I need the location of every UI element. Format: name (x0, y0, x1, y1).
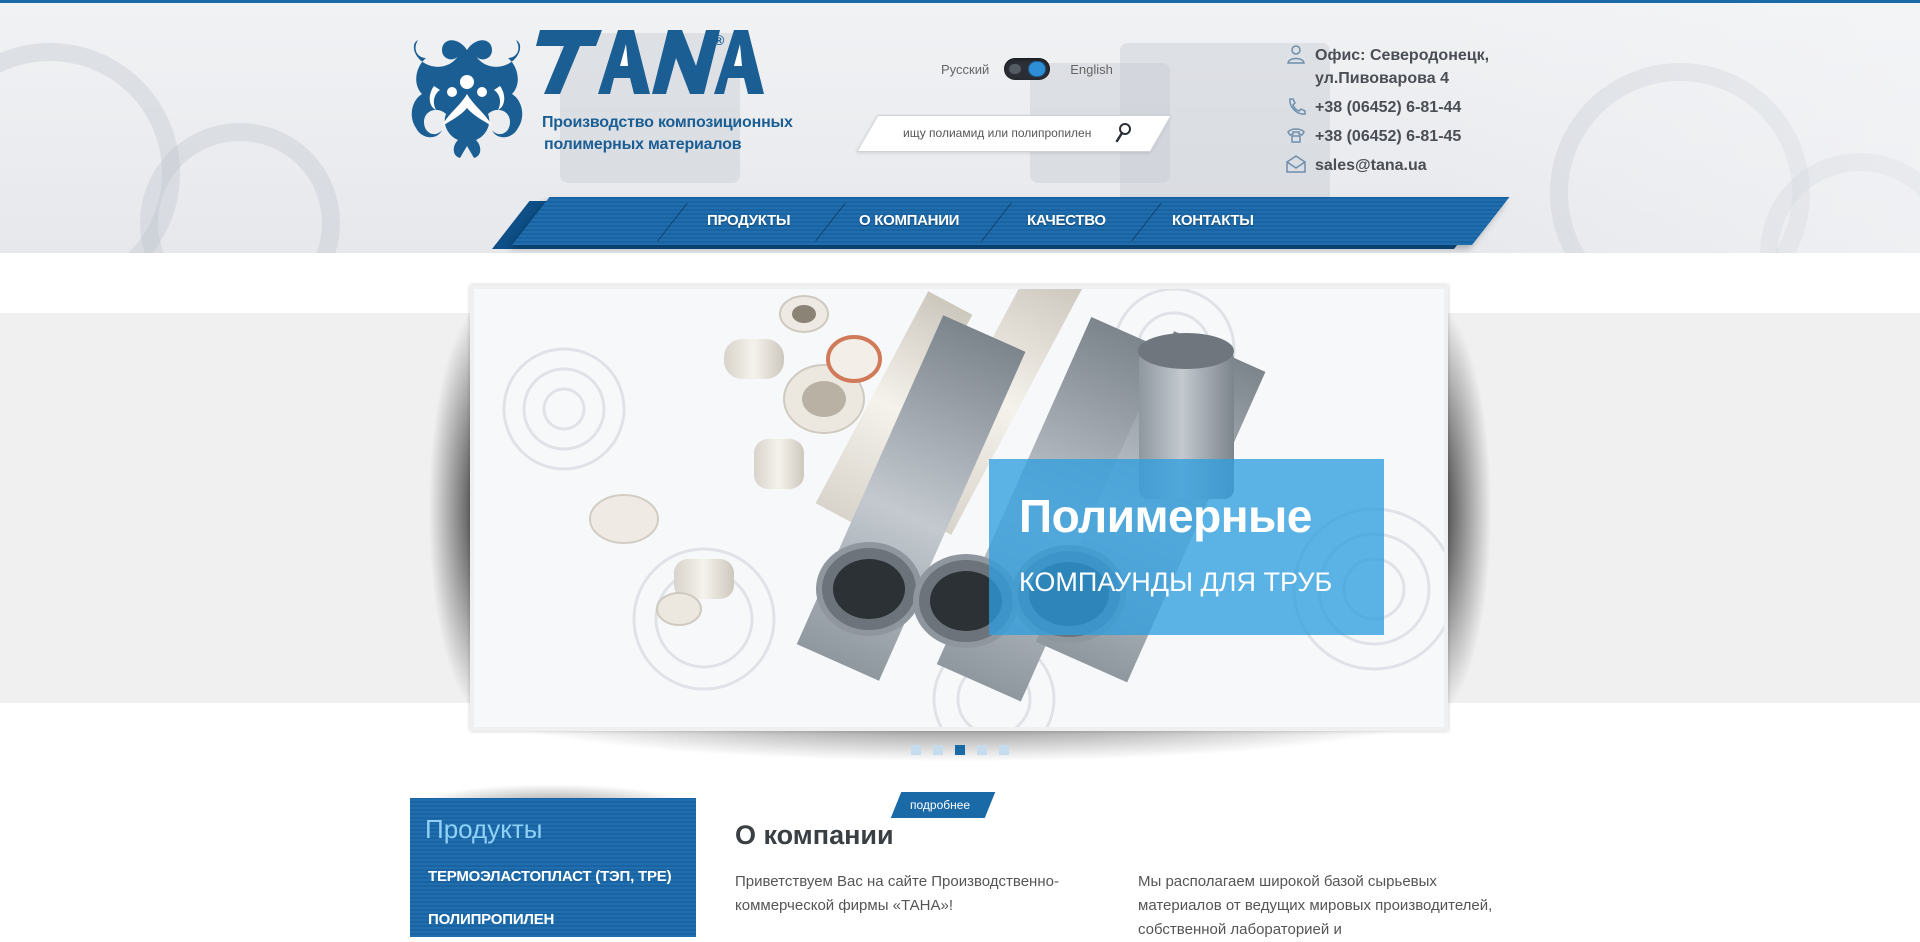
office-line2: ул.Пивоварова 4 (1315, 70, 1449, 87)
search-icon[interactable] (1112, 121, 1134, 145)
more-button-label: подробнее (910, 798, 971, 812)
lang-ru-link[interactable]: Русский (941, 62, 989, 77)
lang-en-link[interactable]: English (1070, 62, 1113, 77)
slider-dot[interactable] (933, 745, 943, 755)
contact-phone2: +38 (06452) 6-81-45 (1285, 125, 1461, 148)
contact-office: Офис: Северодонецк, ул.Пивоварова 4 (1285, 44, 1489, 90)
product-item-tpe[interactable]: ТЕРМОЭЛАСТОПЛАСТ (ТЭП, TPE) (428, 868, 672, 885)
location-pin-icon (1287, 45, 1305, 64)
slider-pagination (911, 745, 1021, 755)
logo-tagline-line1: Производство композиционных (542, 114, 793, 131)
slide-title: Полимерные (1019, 490, 1312, 542)
nav-item-products[interactable]: ПРОДУКТЫ (707, 212, 791, 229)
envelope-icon (1286, 155, 1306, 173)
slider-dot[interactable] (977, 745, 987, 755)
phone2-text[interactable]: +38 (06452) 6-81-45 (1315, 125, 1461, 148)
more-button[interactable]: подробнее (890, 792, 996, 818)
nav-item-quality[interactable]: КАЧЕСТВО (1027, 212, 1106, 229)
hero-slide[interactable]: Полимерные КОМПАУНДЫ ДЛЯ ТРУБ (470, 285, 1448, 731)
language-switcher: Русский English (941, 57, 1113, 81)
search-box (856, 115, 1172, 152)
slide-caption: Полимерные КОМПАУНДЫ ДЛЯ ТРУБ (989, 459, 1384, 635)
site-logo[interactable]: ® Производство композиционных полимерных… (408, 30, 798, 160)
about-text-col2: Мы располагаем широкой базой сырьевых ма… (1138, 873, 1493, 938)
contact-email: sales@tana.ua (1285, 154, 1427, 177)
contact-phone1: +38 (06452) 6-81-44 (1285, 96, 1461, 119)
phone1-text[interactable]: +38 (06452) 6-81-44 (1315, 96, 1461, 119)
nav-item-contacts[interactable]: КОНТАКТЫ (1172, 212, 1254, 229)
language-toggle[interactable] (1004, 58, 1051, 80)
phone-icon (1289, 98, 1306, 115)
slider-dot[interactable] (955, 745, 965, 755)
products-title: Продукты (425, 814, 543, 844)
slider-dot[interactable] (999, 745, 1009, 755)
slider-dot[interactable] (911, 745, 921, 755)
about-title: О компании (735, 820, 894, 850)
fax-icon (1287, 128, 1305, 143)
logo-wordmark (536, 30, 764, 94)
logo-tagline-line2: полимерных материалов (544, 136, 742, 153)
slide-subtitle: КОМПАУНДЫ ДЛЯ ТРУБ (1019, 567, 1333, 597)
logo-emblem-icon (411, 40, 523, 158)
registered-mark: ® (714, 32, 725, 48)
nav-item-about[interactable]: О КОМПАНИИ (859, 212, 959, 229)
product-item-polypropylene[interactable]: ПОЛИПРОПИЛЕН (428, 911, 554, 928)
search-input[interactable] (903, 123, 1113, 143)
office-line1: Офис: Северодонецк, (1315, 47, 1490, 64)
email-link[interactable]: sales@tana.ua (1315, 154, 1427, 177)
main-navigation: ПРОДУКТЫ О КОМПАНИИ КАЧЕСТВО КОНТАКТЫ (472, 197, 1510, 251)
products-panel: Продукты ТЕРМОЭЛАСТОПЛАСТ (ТЭП, TPE) ПОЛ… (410, 798, 696, 937)
about-text-col1: Приветствуем Вас на сайте Производственн… (735, 873, 1059, 914)
